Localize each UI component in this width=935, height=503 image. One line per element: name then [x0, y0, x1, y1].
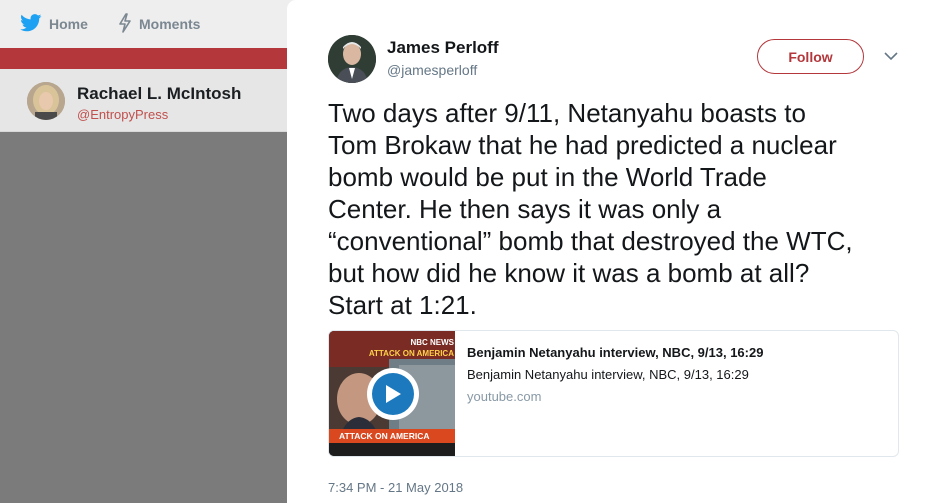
card-title[interactable]: Benjamin Netanyahu interview, NBC, 9/13,…: [467, 345, 763, 360]
nav-home[interactable]: Home: [20, 0, 88, 48]
profile-name[interactable]: Rachael L. McIntosh: [77, 84, 241, 104]
bird-icon: [20, 13, 42, 35]
author-handle[interactable]: @jamesperloff: [387, 62, 477, 78]
thumbnail-network: NBC NEWS: [410, 338, 454, 347]
author-name[interactable]: James Perloff: [387, 38, 499, 58]
avatar[interactable]: [27, 82, 65, 120]
profile-handle[interactable]: @EntropyPress: [77, 107, 168, 122]
play-icon: [372, 373, 414, 415]
tweet-timestamp[interactable]: 7:34 PM - 21 May 2018: [328, 480, 463, 495]
card-domain: youtube.com: [467, 389, 542, 404]
link-card[interactable]: NBC NEWS ATTACK ON AMERICA ATTACK ON AME…: [328, 330, 899, 457]
chevron-down-icon[interactable]: [881, 46, 901, 66]
nav-home-label: Home: [49, 16, 88, 32]
card-description: Benjamin Netanyahu interview, NBC, 9/13,…: [467, 367, 749, 382]
tweet-text: Two days after 9/11, Netanyahu boasts to…: [328, 98, 853, 320]
follow-button[interactable]: Follow: [757, 39, 864, 74]
tweet-modal: James Perloff @jamesperloff Follow Two d…: [287, 0, 935, 503]
lightning-icon: [118, 12, 132, 36]
nav-moments[interactable]: Moments: [118, 0, 200, 48]
background-overlay[interactable]: [0, 132, 290, 503]
play-button[interactable]: [367, 368, 419, 420]
avatar[interactable]: [328, 35, 376, 83]
nav-moments-label: Moments: [139, 16, 201, 32]
profile-card[interactable]: Rachael L. McIntosh @EntropyPress: [0, 69, 290, 132]
thumbnail-top-text: ATTACK ON AMERICA: [369, 349, 454, 358]
card-thumbnail[interactable]: NBC NEWS ATTACK ON AMERICA ATTACK ON AME…: [329, 331, 455, 456]
thumbnail-bottom-text: ATTACK ON AMERICA: [339, 431, 430, 441]
